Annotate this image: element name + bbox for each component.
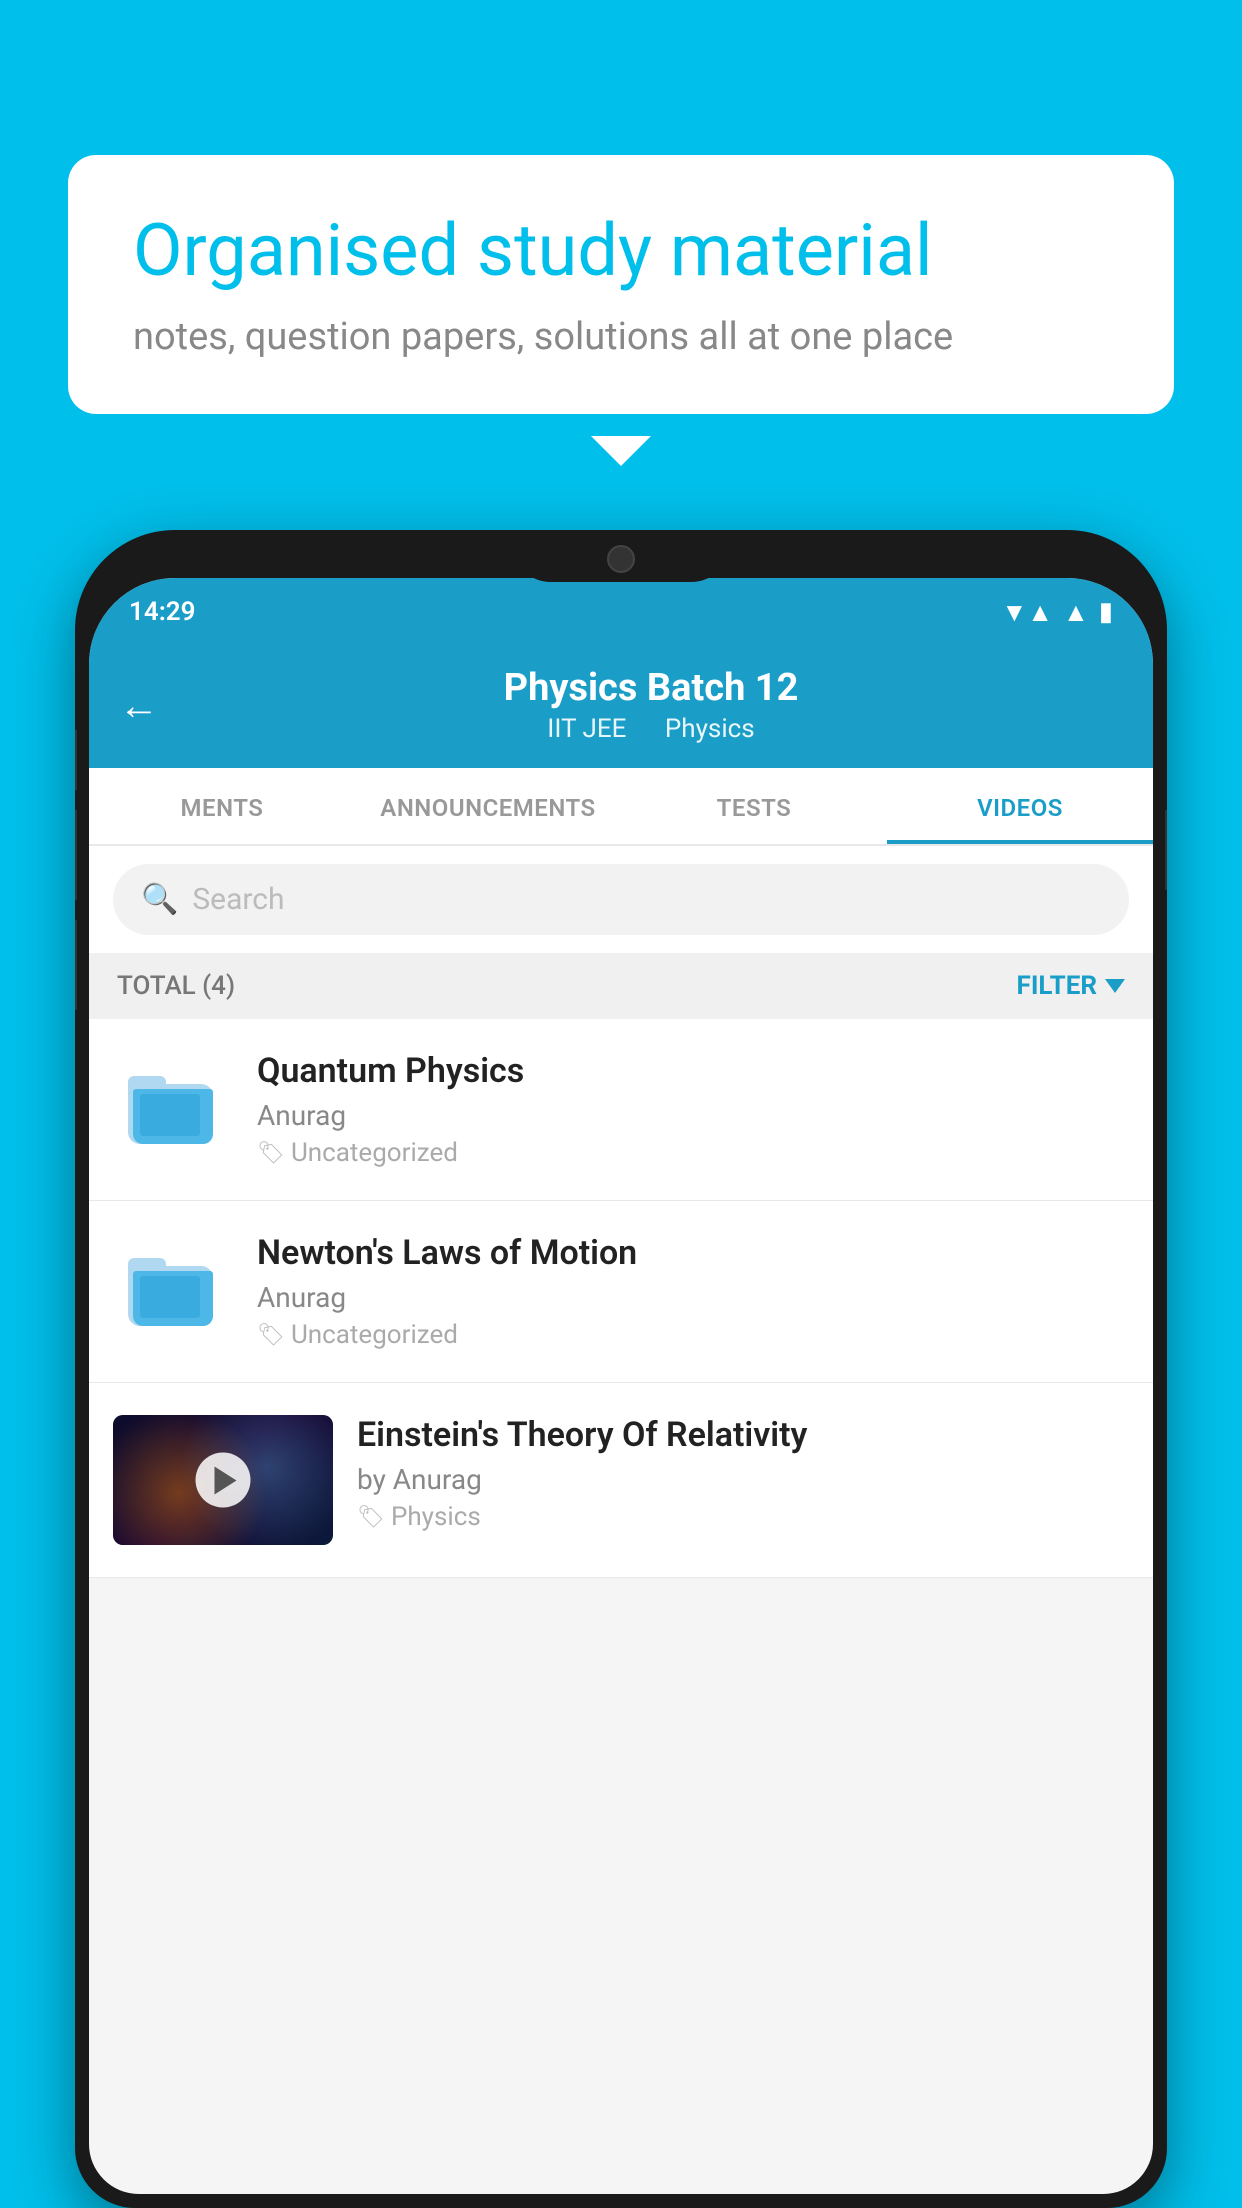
play-icon	[214, 1466, 236, 1494]
signal-icon: ▲	[1063, 597, 1089, 628]
speech-bubble-section: Organised study material notes, question…	[68, 155, 1174, 414]
video-list: Quantum Physics Anurag 🏷 Uncategorized	[89, 1019, 1153, 1578]
app-header: ← Physics Batch 12 IIT JEE Physics	[89, 646, 1153, 768]
volume-up-button	[75, 730, 77, 790]
item-author: Anurag	[257, 1281, 1129, 1314]
item-thumbnail-video	[113, 1415, 333, 1545]
item-title: Quantum Physics	[257, 1051, 1129, 1091]
item-thumbnail-folder	[113, 1233, 233, 1338]
header-subtitle: IIT JEE Physics	[179, 714, 1123, 744]
silent-button	[75, 920, 77, 1010]
item-info: Newton's Laws of Motion Anurag 🏷 Uncateg…	[257, 1233, 1129, 1350]
list-item[interactable]: Einstein's Theory Of Relativity by Anura…	[89, 1383, 1153, 1578]
item-tag: 🏷 Uncategorized	[257, 1320, 1129, 1350]
status-icons: ▼▲ ▲ ▮	[1001, 597, 1113, 628]
power-button	[1165, 810, 1167, 890]
item-author: Anurag	[257, 1099, 1129, 1132]
status-bar: 14:29 ▼▲ ▲ ▮	[89, 578, 1153, 646]
wifi-icon: ▼▲	[1001, 597, 1052, 628]
item-info: Quantum Physics Anurag 🏷 Uncategorized	[257, 1051, 1129, 1168]
item-title: Einstein's Theory Of Relativity	[357, 1415, 1129, 1455]
volume-down-button	[75, 810, 77, 900]
phone-frame: 14:29 ▼▲ ▲ ▮ ← Physics Batch 12 IIT JEE …	[75, 530, 1167, 2208]
header-subtitle-course: IIT JEE	[547, 714, 626, 744]
tag-icon: 🏷	[357, 1505, 385, 1530]
tag-icon: 🏷	[257, 1141, 285, 1166]
front-camera	[607, 545, 635, 573]
item-title: Newton's Laws of Motion	[257, 1233, 1129, 1273]
search-input[interactable]: Search	[192, 882, 284, 917]
item-tag: 🏷 Uncategorized	[257, 1138, 1129, 1168]
filter-label: FILTER	[1017, 971, 1097, 1001]
list-item[interactable]: Newton's Laws of Motion Anurag 🏷 Uncateg…	[89, 1201, 1153, 1383]
status-time: 14:29	[129, 597, 196, 627]
tag-icon: 🏷	[257, 1323, 285, 1348]
play-button[interactable]	[196, 1453, 251, 1508]
tab-ments[interactable]: MENTS	[89, 768, 355, 844]
search-icon: 🔍	[141, 882, 178, 917]
tab-videos[interactable]: VIDEOS	[887, 768, 1153, 844]
search-bar-container: 🔍 Search	[89, 846, 1153, 953]
battery-icon: ▮	[1099, 597, 1113, 627]
folder-icon	[128, 1064, 218, 1144]
speech-bubble: Organised study material notes, question…	[68, 155, 1174, 414]
tab-announcements[interactable]: ANNOUNCEMENTS	[355, 768, 621, 844]
item-info: Einstein's Theory Of Relativity by Anura…	[357, 1415, 1129, 1532]
item-tag: 🏷 Physics	[357, 1502, 1129, 1532]
item-author: by Anurag	[357, 1463, 1129, 1496]
header-title: Physics Batch 12	[179, 666, 1123, 710]
filter-bar: TOTAL (4) FILTER	[89, 953, 1153, 1019]
filter-icon	[1105, 979, 1125, 993]
total-count: TOTAL (4)	[117, 971, 235, 1001]
filter-button[interactable]: FILTER	[1017, 971, 1125, 1001]
search-bar[interactable]: 🔍 Search	[113, 864, 1129, 935]
tab-tests[interactable]: TESTS	[621, 768, 887, 844]
phone-screen: 14:29 ▼▲ ▲ ▮ ← Physics Batch 12 IIT JEE …	[89, 578, 1153, 2194]
tabs-bar: MENTS ANNOUNCEMENTS TESTS VIDEOS	[89, 768, 1153, 846]
list-item[interactable]: Quantum Physics Anurag 🏷 Uncategorized	[89, 1019, 1153, 1201]
phone-notch	[511, 530, 731, 582]
item-thumbnail-folder	[113, 1051, 233, 1156]
header-subtitle-subject: Physics	[665, 714, 755, 744]
bubble-subtitle: notes, question papers, solutions all at…	[133, 315, 1109, 359]
back-button[interactable]: ←	[119, 682, 159, 729]
header-title-group: Physics Batch 12 IIT JEE Physics	[179, 666, 1123, 744]
folder-icon	[128, 1246, 218, 1326]
bubble-title: Organised study material	[133, 210, 1109, 293]
